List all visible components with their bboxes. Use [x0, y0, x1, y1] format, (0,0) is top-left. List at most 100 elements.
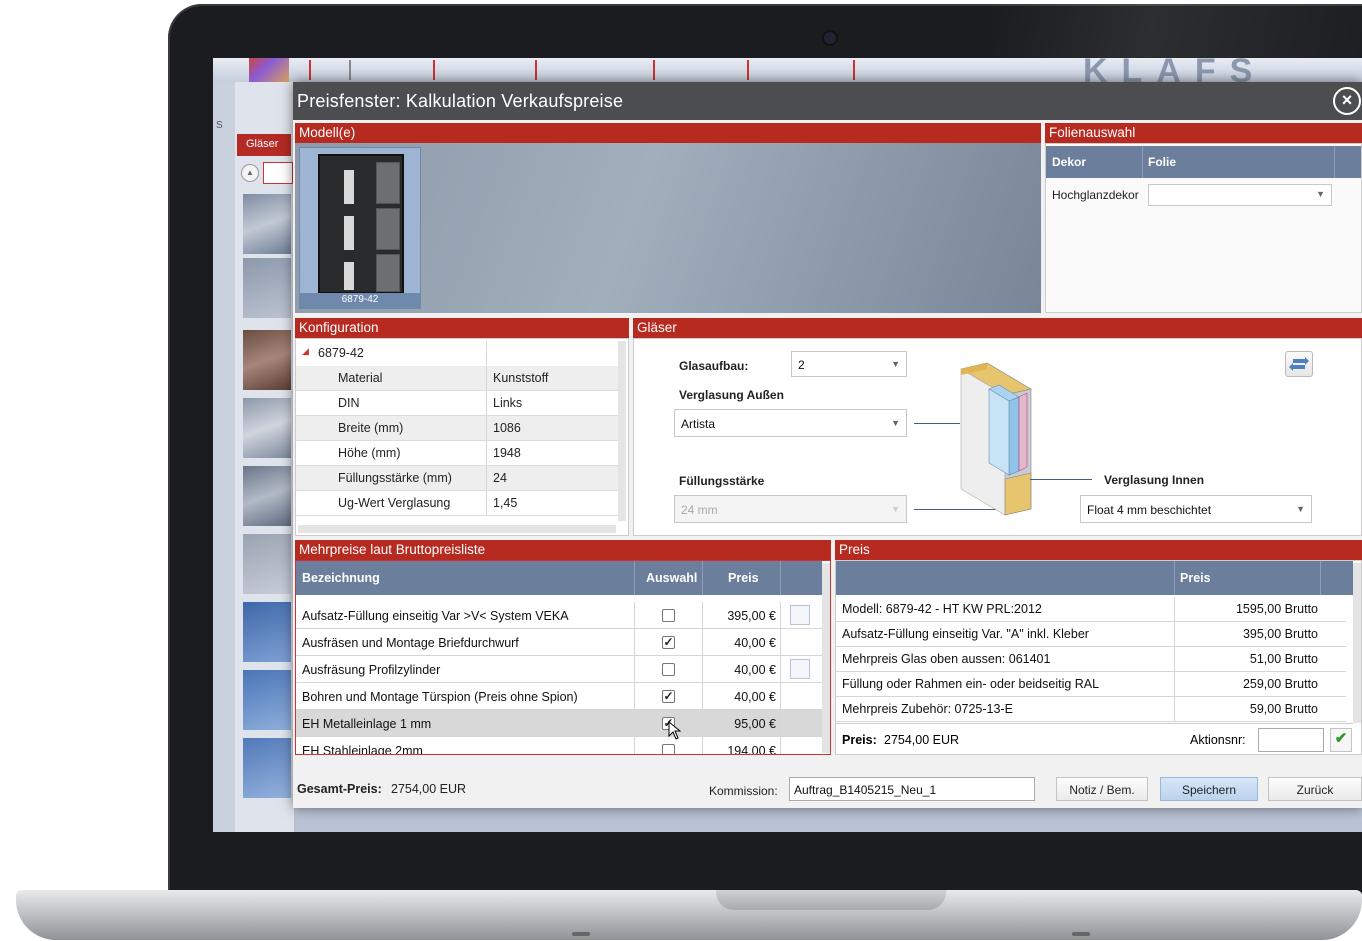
swap-button[interactable] — [1285, 351, 1313, 377]
chevron-down-icon: ▼ — [1316, 189, 1325, 199]
konf-value: 24 — [493, 471, 507, 485]
checkbox[interactable] — [662, 609, 675, 622]
texture-thumbnail[interactable] — [243, 534, 291, 594]
preis-row: Mehrpreis Zubehör: 0725-13-E 59,00 Brutto — [836, 697, 1346, 722]
konfiguration-row: Ug-Wert Verglasung 1,45 — [296, 491, 618, 516]
model-thumbnail[interactable]: 6879-42 — [299, 147, 421, 309]
column-divider — [486, 466, 487, 490]
preis-name: Modell: 6879-42 - HT KW PRL:2012 — [842, 602, 1042, 616]
texture-thumbnail[interactable] — [243, 738, 291, 798]
preis-total-value: 2754,00 EUR — [884, 733, 960, 747]
tab-glaeser[interactable]: Gläser — [237, 134, 291, 156]
toolbar-icon — [853, 60, 877, 80]
texture-thumbnail[interactable] — [243, 330, 291, 390]
column-divider — [634, 629, 635, 656]
mouse-cursor-icon — [668, 721, 682, 740]
collapse-icon[interactable]: ◢ — [302, 346, 309, 357]
texture-thumbnail[interactable] — [243, 670, 291, 730]
texture-thumbnail[interactable] — [243, 194, 291, 254]
vertical-scrollbar[interactable] — [822, 563, 830, 753]
check-icon[interactable]: ✔ — [1330, 728, 1352, 752]
checkbox[interactable] — [662, 744, 675, 754]
texture-thumbnail[interactable] — [243, 602, 291, 662]
folie-select[interactable]: ▼ — [1148, 184, 1332, 206]
verglasung-innen-select[interactable]: Float 4 mm beschichtet ▼ — [1080, 495, 1312, 523]
door-image — [318, 154, 404, 294]
mehrpreis-row[interactable]: Aufsatz-Füllung einseitig Var >V< System… — [296, 602, 822, 629]
laptop-base — [16, 890, 1362, 940]
col-dekor[interactable]: Dekor — [1052, 155, 1086, 169]
mehrpreis-row[interactable]: Ausfräsen und Montage Briefdurchwurf ✓ 4… — [296, 629, 822, 656]
verglasung-innen-value: Float 4 mm beschichtet — [1087, 503, 1212, 517]
col-auswahl[interactable]: Auswahl — [646, 571, 697, 585]
column-divider — [486, 391, 487, 415]
col-bezeichnung[interactable]: Bezeichnung — [302, 571, 380, 585]
konf-value: 1086 — [493, 421, 521, 435]
checkbox-checked[interactable]: ✓ — [662, 690, 675, 703]
gallery-filter-field[interactable] — [263, 162, 293, 184]
col-preis[interactable]: Preis — [1180, 571, 1211, 585]
texture-thumbnail[interactable] — [243, 466, 291, 526]
save-button[interactable]: Speichern — [1160, 777, 1258, 801]
aktionsnr-input[interactable] — [1258, 728, 1324, 752]
glasaufbau-value: 2 — [798, 358, 805, 372]
preis-footer: Preis: 2754,00 EUR Aktionsnr: ✔ — [836, 723, 1353, 754]
chevron-down-icon: ▼ — [891, 504, 900, 514]
modell-panel: 6879-42 — [295, 143, 1041, 313]
mehrpreis-name: EH Metalleinlage 1 mm — [302, 717, 432, 731]
glasaufbau-select[interactable]: 2 ▼ — [791, 351, 907, 377]
konfiguration-header: Konfiguration — [295, 318, 629, 338]
notiz-button[interactable]: Notiz / Bem. — [1056, 777, 1148, 801]
model-label: 6879-42 — [300, 293, 420, 308]
konf-key: Ug-Wert Verglasung — [338, 496, 451, 510]
column-divider — [780, 602, 781, 629]
verglasung-aussen-select[interactable]: Artista ▼ — [674, 409, 907, 437]
preis-row: Modell: 6879-42 - HT KW PRL:2012 1595,00 … — [836, 597, 1346, 622]
column-divider — [702, 656, 703, 683]
note-edit-icon[interactable] — [790, 659, 810, 679]
konfiguration-panel: ◢ 6879-42 Material Kunststoff DIN Links Br… — [295, 338, 629, 536]
column-divider — [780, 710, 781, 737]
vertical-scrollbar[interactable] — [618, 341, 626, 521]
note-edit-icon[interactable] — [790, 605, 810, 625]
konf-key: Breite (mm) — [338, 421, 404, 435]
mehrpreis-price: 395,00 € — [727, 609, 776, 623]
background-toolbar: KLAFS — [213, 58, 1362, 90]
texture-thumbnail[interactable] — [243, 258, 291, 318]
checkbox[interactable] — [662, 663, 675, 676]
mehrpreis-row[interactable]: Ausfräsung Profilzylinder 40,00 € — [296, 656, 822, 683]
konf-key: Material — [338, 371, 383, 385]
preis-value: 1595,00 Brutto — [1235, 602, 1318, 616]
horizontal-scrollbar[interactable] — [298, 525, 616, 533]
dialog-title: Preisfenster: Kalkulation Verkaufspreise — [297, 91, 624, 111]
kommission-input[interactable]: Auftrag_B1405215_Neu_1 — [789, 777, 1035, 801]
camera-icon — [824, 32, 836, 44]
glaeser-panel: Glasaufbau: 2 ▼ Verglasung Außen Artista… — [633, 338, 1362, 536]
konfiguration-root[interactable]: ◢ 6879-42 — [296, 341, 618, 366]
preis-row: Mehrpreis Glas oben aussen: 061401 51,00 … — [836, 647, 1346, 672]
mehrpreise-table-header: Bezeichnung Auswahl Preis — [296, 561, 822, 595]
mehrpreis-row-selected[interactable]: EH Metalleinlage 1 mm ✓ 95,00 € — [296, 710, 822, 737]
preis-value: 395,00 Brutto — [1242, 627, 1318, 641]
vertical-scrollbar[interactable] — [1353, 563, 1361, 723]
mehrpreis-row[interactable]: EH Stahleinlage 2mm 194,00 € — [296, 737, 822, 754]
fuellungsstaerke-select[interactable]: 24 mm ▼ — [674, 495, 907, 523]
col-preis[interactable]: Preis — [728, 571, 759, 585]
scroll-up-icon[interactable]: ▲ — [241, 164, 259, 182]
dialog-titlebar: Preisfenster: Kalkulation Verkaufspreise… — [293, 82, 1362, 120]
konfiguration-row: Breite (mm) 1086 — [296, 416, 618, 441]
col-folie[interactable]: Folie — [1148, 155, 1176, 169]
konf-key: Höhe (mm) — [338, 446, 401, 460]
column-divider — [1142, 146, 1143, 178]
preis-name: Mehrpreis Glas oben aussen: 061401 — [842, 652, 1051, 666]
door-glass — [344, 216, 354, 250]
column-divider — [1174, 647, 1175, 672]
mehrpreis-row[interactable]: Bohren und Montage Türspion (Preis ohne … — [296, 683, 822, 710]
close-icon[interactable]: × — [1333, 87, 1361, 115]
folien-panel: Dekor Folie Hochglanzdekor ▼ — [1045, 143, 1362, 313]
checkbox-checked[interactable]: ✓ — [662, 636, 675, 649]
back-button[interactable]: Zurück — [1268, 777, 1362, 801]
mehrpreis-price: 40,00 € — [734, 663, 776, 677]
konfiguration-row: Füllungsstärke (mm) 24 — [296, 466, 618, 491]
texture-thumbnail[interactable] — [243, 398, 291, 458]
